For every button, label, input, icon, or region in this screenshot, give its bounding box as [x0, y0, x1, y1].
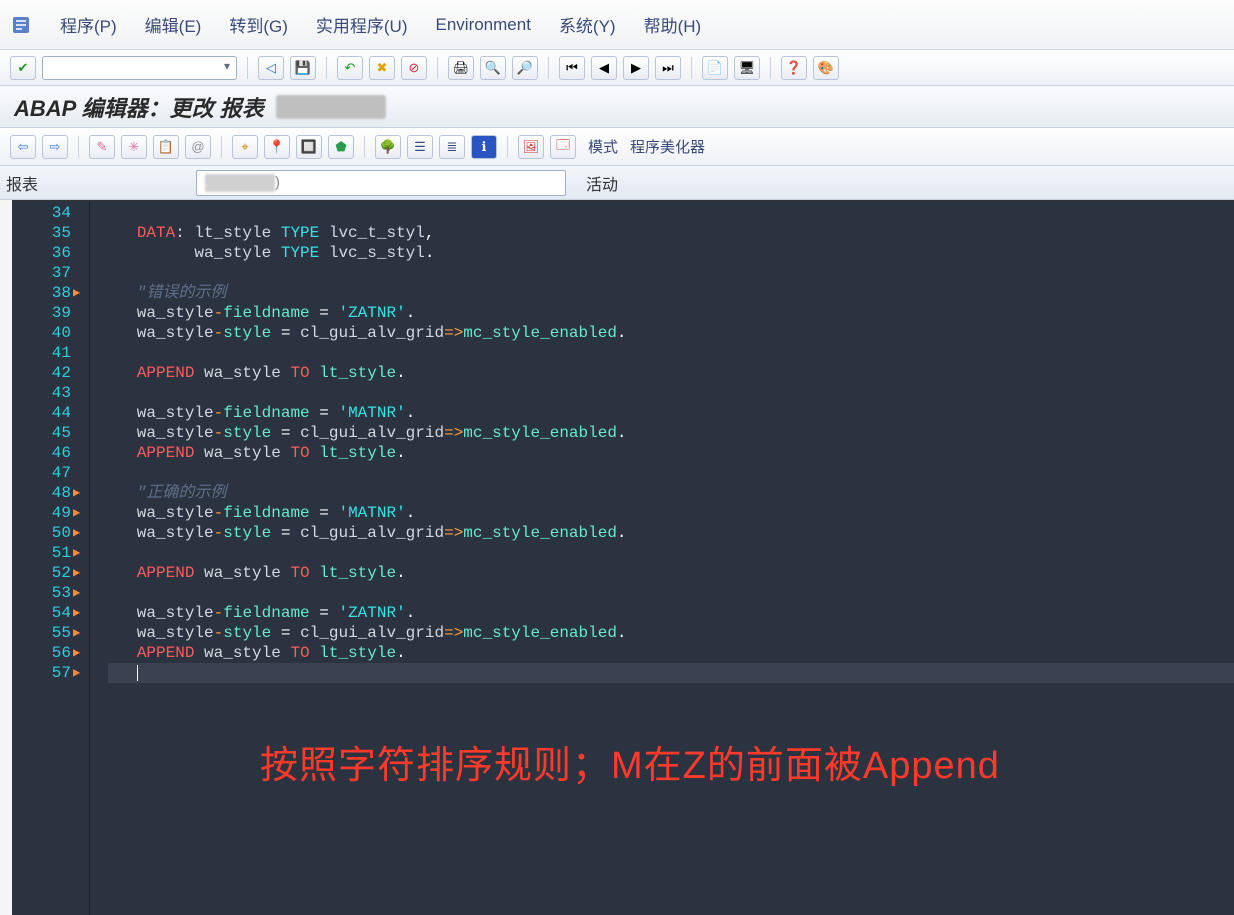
enter-button[interactable]: ✔	[10, 56, 36, 80]
find-icon[interactable]: 🔍	[480, 56, 506, 80]
separator	[326, 57, 327, 79]
help-icon[interactable]: ❓	[781, 56, 807, 80]
where-used-icon[interactable]: ⌖	[232, 135, 258, 159]
code-line[interactable]	[108, 343, 1234, 363]
separator	[691, 57, 692, 79]
command-field[interactable]	[42, 56, 237, 80]
separator	[364, 136, 365, 158]
page-title-text: ABAP 编辑器：更改 报表	[14, 91, 270, 123]
status-text: 活动	[586, 171, 618, 195]
screen1-icon[interactable]: 🖼	[518, 135, 544, 159]
code-line[interactable]: DATA: lt_style TYPE lvc_t_styl,	[108, 223, 1234, 243]
report-label: 报表	[6, 171, 196, 195]
display-obj-icon[interactable]: 🔲	[296, 135, 322, 159]
code-line[interactable]: wa_style TYPE lvc_s_styl.	[108, 243, 1234, 263]
screen2-icon[interactable]: 🗔	[550, 135, 576, 159]
separator	[507, 136, 508, 158]
pretty-printer-button[interactable]: 程序美化器	[630, 136, 705, 157]
code-line[interactable]	[108, 463, 1234, 483]
nav-back-icon[interactable]: ⇦	[10, 135, 36, 159]
code-line[interactable]: "正确的示例	[108, 483, 1234, 503]
struct-icon[interactable]: ☰	[407, 135, 433, 159]
print-icon[interactable]: 🖨	[448, 56, 474, 80]
app-icon[interactable]	[10, 14, 32, 36]
editor-code-area[interactable]: DATA: lt_style TYPE lvc_t_styl, wa_style…	[90, 201, 1234, 915]
back-button[interactable]: ◁	[258, 56, 284, 80]
next-page-icon[interactable]: ▶	[623, 56, 649, 80]
code-line[interactable]: "错误的示例	[108, 283, 1234, 303]
code-line[interactable]: wa_style-style = cl_gui_alv_grid=>mc_sty…	[108, 323, 1234, 343]
app-toolbar: ⇦ ⇨ ✎ ✳ 📋 @ ⌖ 📍 🔲 ⬟ 🌳 ☰ ≣ ℹ 🖼 🗔 模式 程序美化器	[0, 128, 1234, 166]
activate-icon[interactable]: ✳	[121, 135, 147, 159]
report-name-field[interactable]: )	[196, 170, 566, 196]
nav-forward-icon[interactable]: ⇨	[42, 135, 68, 159]
code-line[interactable]: wa_style-style = cl_gui_alv_grid=>mc_sty…	[108, 623, 1234, 643]
separator	[548, 57, 549, 79]
code-line[interactable]: APPEND wa_style TO lt_style.	[108, 643, 1234, 663]
menu-goto[interactable]: 转到(G)	[229, 12, 288, 37]
code-line[interactable]: APPEND wa_style TO lt_style.	[108, 563, 1234, 583]
code-line[interactable]: APPEND wa_style TO lt_style.	[108, 443, 1234, 463]
hierarchy-icon[interactable]: 🌳	[375, 135, 401, 159]
code-line[interactable]: wa_style-style = cl_gui_alv_grid=>mc_sty…	[108, 423, 1234, 443]
code-line[interactable]	[108, 263, 1234, 283]
separator	[437, 57, 438, 79]
set-marker-icon[interactable]: 📍	[264, 135, 290, 159]
code-line[interactable]: wa_style-fieldname = 'MATNR'.	[108, 503, 1234, 523]
program-name-redacted	[276, 95, 386, 119]
list-icon[interactable]: ≣	[439, 135, 465, 159]
code-line[interactable]: wa_style-fieldname = 'ZATNR'.	[108, 303, 1234, 323]
other-object-icon[interactable]: 📋	[153, 135, 179, 159]
info-icon[interactable]: ℹ	[471, 135, 497, 159]
code-line[interactable]	[108, 383, 1234, 403]
breakpoint-icon[interactable]: ⬟	[328, 135, 354, 159]
abap-editor: 3435363738▶39404142434445464748▶49▶50▶51…	[12, 200, 1234, 915]
menu-system[interactable]: 系统(Y)	[559, 12, 616, 37]
menu-edit[interactable]: 编辑(E)	[145, 12, 202, 37]
separator	[247, 57, 248, 79]
annotation-overlay: 按照字符排序规则；M在Z的前面被Append	[260, 756, 1000, 776]
save-button[interactable]: 💾	[290, 56, 316, 80]
layout-icon[interactable]: 🖥	[734, 56, 760, 80]
code-line[interactable]	[108, 583, 1234, 603]
display-change-icon[interactable]: ✎	[89, 135, 115, 159]
code-line[interactable]: APPEND wa_style TO lt_style.	[108, 363, 1234, 383]
pattern-button[interactable]: 模式	[588, 136, 618, 157]
enhance-icon[interactable]: @	[185, 135, 211, 159]
report-name-blurred	[205, 174, 275, 192]
menu-bar: 程序(P) 编辑(E) 转到(G) 实用程序(U) Environment 系统…	[0, 0, 1234, 50]
code-line[interactable]: wa_style-fieldname = 'MATNR'.	[108, 403, 1234, 423]
menu-utilities[interactable]: 实用程序(U)	[316, 12, 408, 37]
page-title-bar: ABAP 编辑器：更改 报表	[0, 86, 1234, 128]
new-session-icon[interactable]: 📄	[702, 56, 728, 80]
report-name-suffix: )	[275, 174, 280, 191]
separator	[770, 57, 771, 79]
code-line[interactable]	[108, 663, 1234, 683]
exit-icon[interactable]: ✖	[369, 56, 395, 80]
separator	[78, 136, 79, 158]
menu-help[interactable]: 帮助(H)	[644, 12, 702, 37]
first-page-icon[interactable]: ⏮	[559, 56, 585, 80]
code-line[interactable]: wa_style-fieldname = 'ZATNR'.	[108, 603, 1234, 623]
code-line[interactable]: wa_style-style = cl_gui_alv_grid=>mc_sty…	[108, 523, 1234, 543]
last-page-icon[interactable]: ⏭	[655, 56, 681, 80]
cancel-icon[interactable]: ⊘	[401, 56, 427, 80]
code-line[interactable]	[108, 203, 1234, 223]
separator	[221, 136, 222, 158]
code-line[interactable]	[108, 543, 1234, 563]
menu-program[interactable]: 程序(P)	[60, 12, 117, 37]
editor-gutter[interactable]: 3435363738▶39404142434445464748▶49▶50▶51…	[12, 201, 90, 915]
find-next-icon[interactable]: 🔎	[512, 56, 538, 80]
report-bar: 报表 ) 活动	[0, 166, 1234, 200]
prev-page-icon[interactable]: ◀	[591, 56, 617, 80]
standard-toolbar: ✔ ◁ 💾 ↶ ✖ ⊘ 🖨 🔍 🔎 ⏮ ◀ ▶ ⏭ 📄 🖥 ❓ 🎨	[0, 50, 1234, 86]
menu-environment[interactable]: Environment	[436, 15, 531, 35]
back-icon[interactable]: ↶	[337, 56, 363, 80]
local-layout-icon[interactable]: 🎨	[813, 56, 839, 80]
